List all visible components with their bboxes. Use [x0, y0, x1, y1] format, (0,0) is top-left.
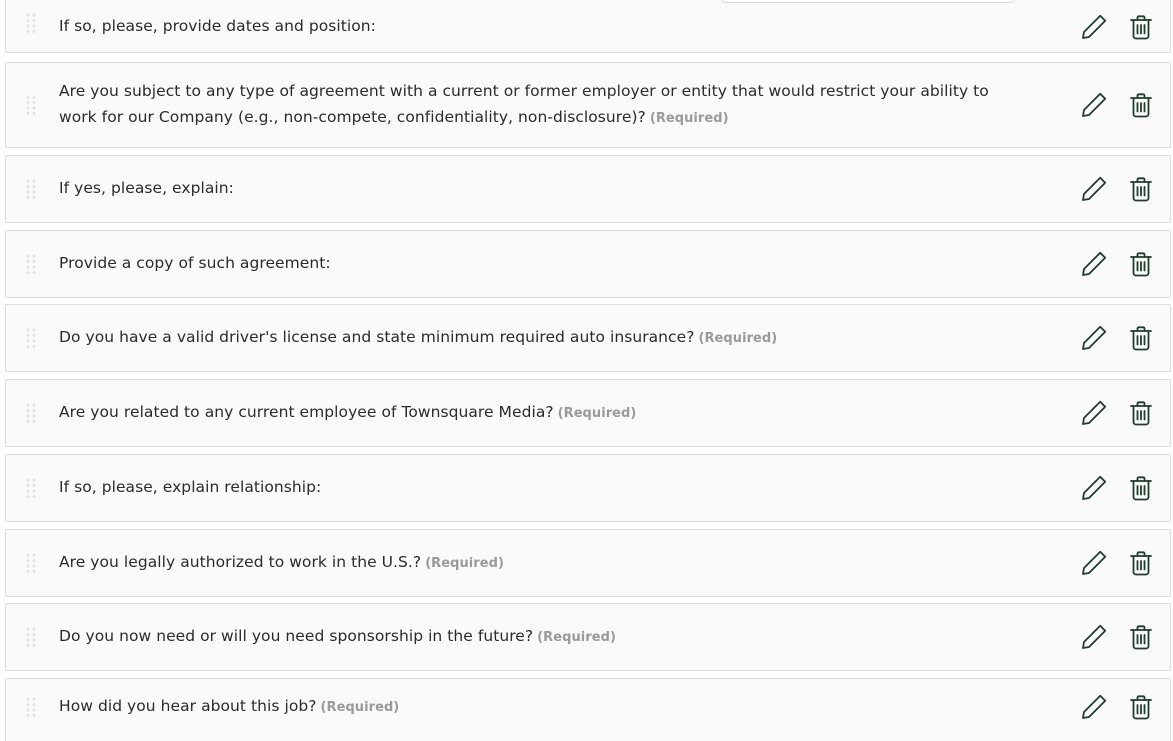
- question-row: If yes, please, explain:: [5, 155, 1171, 223]
- drag-handle-icon[interactable]: [26, 626, 36, 648]
- delete-button[interactable]: [1127, 549, 1155, 577]
- pencil-icon: [1082, 694, 1107, 719]
- delete-button[interactable]: [1127, 693, 1155, 721]
- pencil-icon: [1082, 92, 1107, 117]
- trash-icon: [1130, 14, 1152, 39]
- edit-button[interactable]: [1080, 13, 1108, 41]
- edit-button[interactable]: [1080, 474, 1108, 502]
- question-row: Do you have a valid driver's license and…: [5, 304, 1171, 372]
- question-row: Provide a copy of such agreement:: [5, 230, 1171, 298]
- pencil-icon: [1082, 624, 1107, 649]
- edit-button[interactable]: [1080, 91, 1108, 119]
- question-row: Are you related to any current employee …: [5, 379, 1171, 447]
- trash-icon: [1130, 252, 1152, 277]
- edit-button[interactable]: [1080, 399, 1108, 427]
- trash-icon: [1130, 93, 1152, 118]
- delete-button[interactable]: [1127, 399, 1155, 427]
- question-row: How did you hear about this job? (Require…: [5, 678, 1171, 741]
- delete-button[interactable]: [1127, 13, 1155, 41]
- question-label: Do you have a valid driver's license and…: [59, 324, 999, 352]
- delete-button[interactable]: [1127, 91, 1155, 119]
- trash-icon: [1130, 695, 1152, 720]
- delete-button[interactable]: [1127, 250, 1155, 278]
- pencil-icon: [1082, 176, 1107, 201]
- pencil-icon: [1082, 400, 1107, 425]
- drag-handle-icon[interactable]: [26, 12, 36, 34]
- question-text: Are you legally authorized to work in th…: [59, 553, 422, 571]
- question-text: If yes, please, explain:: [59, 179, 234, 197]
- trash-icon: [1130, 326, 1152, 351]
- question-label: Provide a copy of such agreement:: [59, 250, 999, 278]
- trash-icon: [1130, 476, 1152, 501]
- edit-button[interactable]: [1080, 549, 1108, 577]
- pencil-icon: [1082, 550, 1107, 575]
- trash-icon: [1130, 551, 1152, 576]
- delete-button[interactable]: [1127, 324, 1155, 352]
- pencil-icon: [1082, 14, 1107, 39]
- question-row: Do you now need or will you need sponsor…: [5, 603, 1171, 671]
- question-row: Are you legally authorized to work in th…: [5, 529, 1171, 597]
- question-label: How did you hear about this job? (Require…: [59, 693, 999, 721]
- question-row: If so, please, provide dates and positio…: [5, 0, 1171, 53]
- question-text: Do you now need or will you need sponsor…: [59, 627, 534, 645]
- drag-handle-icon[interactable]: [26, 178, 36, 200]
- question-label: If yes, please, explain:: [59, 175, 999, 203]
- question-text: Do you have a valid driver's license and…: [59, 328, 695, 346]
- required-tag: (Required): [320, 700, 400, 715]
- drag-handle-icon[interactable]: [26, 696, 36, 718]
- question-label: Do you now need or will you need sponsor…: [59, 623, 999, 651]
- drag-handle-icon[interactable]: [26, 402, 36, 424]
- pencil-icon: [1082, 475, 1107, 500]
- pencil-icon: [1082, 251, 1107, 276]
- edit-button[interactable]: [1080, 623, 1108, 651]
- question-label: If so, please, explain relationship:: [59, 474, 999, 502]
- pencil-icon: [1082, 325, 1107, 350]
- question-text: Provide a copy of such agreement:: [59, 254, 331, 272]
- drag-handle-icon[interactable]: [26, 327, 36, 349]
- question-label: Are you related to any current employee …: [59, 399, 999, 427]
- edit-button[interactable]: [1080, 324, 1108, 352]
- question-row: If so, please, explain relationship:: [5, 454, 1171, 522]
- edit-button[interactable]: [1080, 175, 1108, 203]
- drag-handle-icon[interactable]: [26, 94, 36, 116]
- question-text: Are you subject to any type of agreement…: [59, 82, 989, 126]
- trash-icon: [1130, 625, 1152, 650]
- delete-button[interactable]: [1127, 474, 1155, 502]
- trash-icon: [1130, 401, 1152, 426]
- question-label: If so, please, provide dates and positio…: [59, 13, 999, 41]
- edit-button[interactable]: [1080, 250, 1108, 278]
- trash-icon: [1130, 177, 1152, 202]
- question-text: How did you hear about this job?: [59, 697, 317, 715]
- drag-handle-icon[interactable]: [26, 552, 36, 574]
- drag-handle-icon[interactable]: [26, 477, 36, 499]
- question-label: Are you legally authorized to work in th…: [59, 549, 999, 577]
- required-tag: (Required): [698, 331, 778, 346]
- delete-button[interactable]: [1127, 175, 1155, 203]
- drag-handle-icon[interactable]: [26, 253, 36, 275]
- question-editor: If so, please, provide dates and positio…: [0, 0, 1173, 741]
- required-tag: (Required): [425, 556, 504, 571]
- question-text: If so, please, explain relationship:: [59, 478, 322, 496]
- required-tag: (Required): [649, 111, 729, 126]
- question-text: If so, please, provide dates and positio…: [59, 16, 376, 35]
- question-row: Are you subject to any type of agreement…: [5, 62, 1171, 148]
- required-tag: (Required): [537, 630, 616, 645]
- question-label: Are you subject to any type of agreement…: [59, 78, 999, 132]
- required-tag: (Required): [557, 406, 637, 421]
- delete-button[interactable]: [1127, 623, 1155, 651]
- dropdown-edge: [721, 0, 1015, 3]
- edit-button[interactable]: [1080, 693, 1108, 721]
- question-text: Are you related to any current employee …: [59, 403, 554, 421]
